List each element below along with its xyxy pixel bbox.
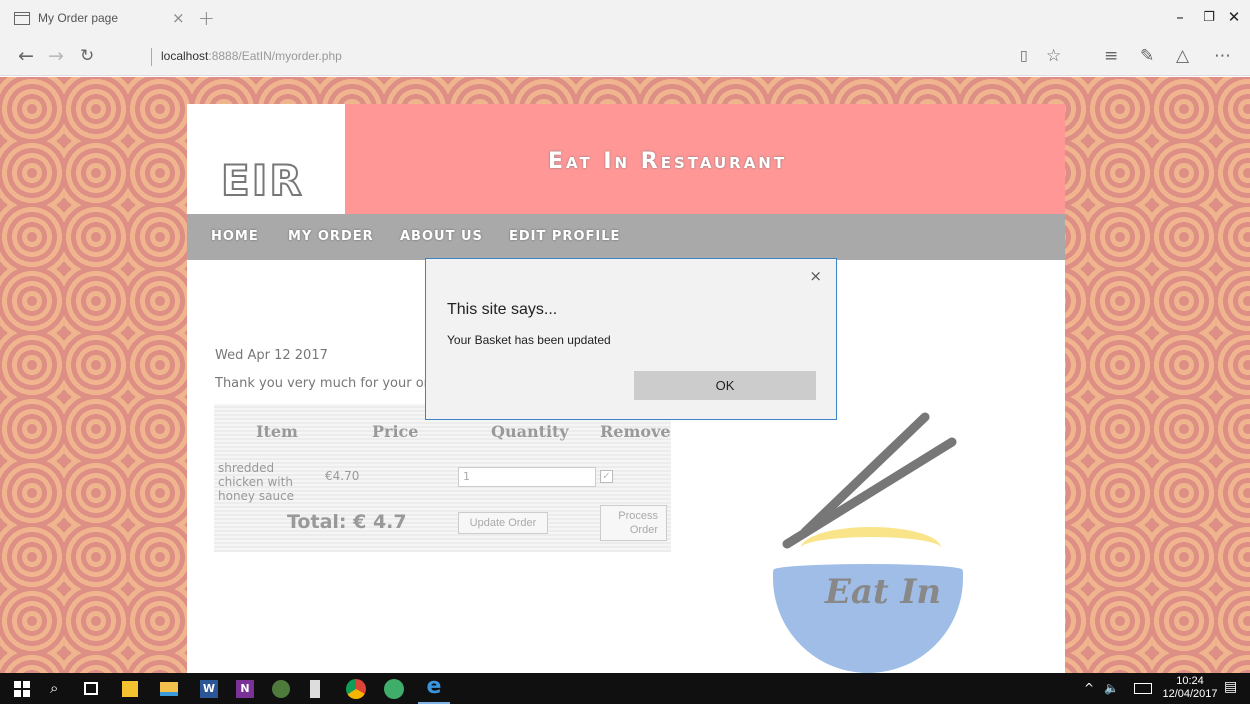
update-order-button[interactable]: Update Order — [458, 512, 548, 534]
minimize-button[interactable]: – — [1170, 8, 1190, 26]
url-path: :8888/EatIN/myorder.php — [208, 49, 342, 63]
alert-dialog: × This site says... Your Basket has been… — [425, 258, 837, 420]
url-host: localhost — [161, 49, 209, 63]
nav-my-order[interactable]: MY ORDER — [288, 229, 374, 244]
web-note-icon[interactable]: ✎ — [1140, 46, 1154, 66]
eat-in-text: Eat In — [825, 572, 942, 612]
back-arrow-icon[interactable]: ← — [18, 45, 34, 67]
close-window-button[interactable]: ✕ — [1224, 8, 1244, 26]
item-price: €4.70 — [325, 469, 360, 483]
reading-view-icon[interactable]: ▯ — [1020, 48, 1028, 64]
forward-arrow-icon[interactable]: → — [48, 45, 64, 67]
page-icon — [14, 12, 30, 25]
remove-checkbox[interactable]: ✓ — [600, 470, 613, 483]
volume-icon[interactable]: 🔈 — [1104, 681, 1124, 701]
url-field[interactable]: localhost:8888/EatIN/myorder.php — [161, 49, 342, 63]
browser-tab-bar: My Order page × + – ❐ ✕ — [0, 0, 1250, 38]
chevron-up-icon[interactable]: ^ — [1084, 681, 1104, 701]
header-item: Item — [256, 422, 298, 441]
refresh-icon[interactable]: ↻ — [80, 46, 94, 66]
word-icon[interactable]: W — [200, 680, 218, 698]
nav-home[interactable]: HOME — [211, 229, 259, 244]
main-nav: HOME MY ORDER ABOUT US EDIT PROFILE — [187, 214, 1065, 260]
edge-icon[interactable]: e — [418, 673, 450, 704]
order-total: Total: € 4.7 — [287, 511, 407, 533]
order-table: Item Price Quantity Remove shredded chic… — [214, 404, 671, 552]
eat-in-logo-image: Eat In — [747, 404, 1017, 673]
task-view-icon[interactable] — [84, 682, 98, 695]
tab-close-icon[interactable]: × — [172, 9, 185, 27]
header-remove: Remove — [600, 422, 671, 441]
search-icon[interactable]: ⌕ — [50, 679, 70, 699]
nav-about-us[interactable]: ABOUT US — [400, 229, 483, 244]
dialog-message: Your Basket has been updated — [447, 333, 611, 347]
sticky-notes-icon[interactable] — [122, 681, 138, 697]
windows-start-icon[interactable] — [14, 681, 30, 697]
thank-you-message: Thank you very much for your order — [215, 376, 425, 391]
header-banner: Eat In Restaurant — [345, 104, 1065, 214]
clock[interactable]: 10:24 12/04/2017 — [1160, 675, 1220, 701]
noodles-icon — [801, 527, 941, 569]
logo-area: EIR — [187, 104, 345, 214]
new-tab-button[interactable]: + — [198, 6, 215, 30]
phone-companion-icon[interactable] — [310, 680, 320, 698]
share-icon[interactable]: △ — [1176, 46, 1189, 66]
address-bar: ← → ↻ localhost:8888/EatIN/myorder.php ▯… — [0, 38, 1250, 76]
more-icon[interactable]: ⋯ — [1214, 46, 1231, 66]
quantity-input[interactable]: 1 — [458, 467, 596, 487]
nav-edit-profile[interactable]: EDIT PROFILE — [509, 229, 620, 244]
item-name: shredded chicken with honey sauce — [218, 461, 295, 503]
dialog-close-icon[interactable]: × — [809, 267, 822, 285]
divider — [151, 48, 152, 66]
file-explorer-icon[interactable] — [160, 682, 178, 696]
restore-button[interactable]: ❐ — [1199, 10, 1219, 25]
app-icon[interactable] — [384, 679, 404, 699]
site-title: Eat In Restaurant — [548, 149, 788, 174]
tab-title: My Order page — [38, 11, 119, 25]
android-studio-icon[interactable] — [272, 680, 290, 698]
keyboard-icon[interactable] — [1134, 683, 1152, 694]
favorite-star-icon[interactable]: ☆ — [1046, 46, 1061, 66]
header-quantity: Quantity — [491, 422, 569, 441]
dialog-ok-button[interactable]: OK — [634, 371, 816, 400]
clock-time: 10:24 — [1176, 675, 1204, 687]
process-order-button[interactable]: Process Order — [600, 505, 667, 541]
clock-date: 12/04/2017 — [1162, 688, 1218, 700]
header-price: Price — [372, 422, 419, 441]
order-date: Wed Apr 12 2017 — [215, 348, 328, 363]
site-logo[interactable]: EIR — [220, 155, 304, 206]
chrome-icon[interactable] — [346, 679, 366, 699]
notifications-icon[interactable]: ▤ — [1224, 679, 1244, 699]
taskbar: ⌕ W N e ^ 🔈 10:24 12/04/2017 ▤ — [0, 673, 1250, 704]
dialog-title: This site says... — [447, 301, 558, 318]
onenote-icon[interactable]: N — [236, 680, 254, 698]
hub-icon[interactable]: ≡ — [1104, 46, 1118, 66]
browser-tab[interactable]: My Order page × — [0, 0, 190, 38]
